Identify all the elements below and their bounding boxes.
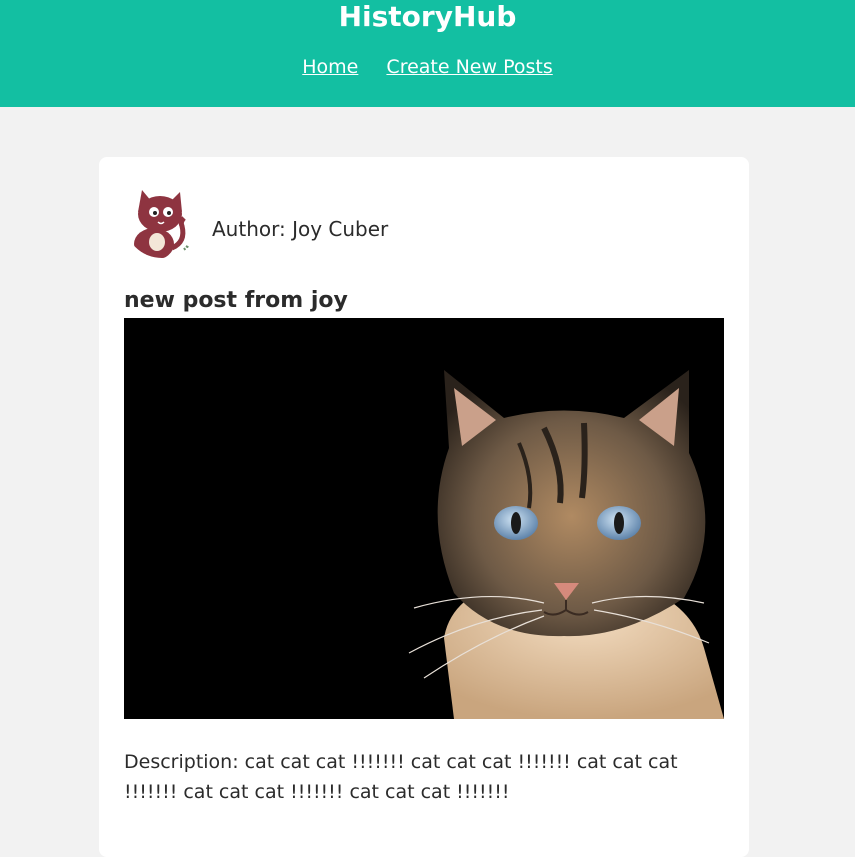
author-name: Author: Joy Cuber — [212, 217, 389, 241]
post-card: Author: Joy Cuber new post from joy Desc… — [99, 157, 749, 857]
post-description: Description: cat cat cat !!!!!!! cat cat… — [124, 751, 678, 803]
post-image — [124, 318, 724, 719]
header-bar: HistoryHub Home Create New Posts — [0, 0, 855, 107]
author-avatar — [124, 182, 200, 258]
cat-avatar-icon — [124, 182, 200, 258]
cat-photo-icon — [124, 318, 724, 719]
post-title: new post from joy — [124, 288, 348, 313]
site-title: HistoryHub — [338, 0, 517, 33]
nav-home-link[interactable]: Home — [302, 56, 358, 78]
main-nav: Home Create New Posts — [0, 54, 855, 80]
nav-create-post-link[interactable]: Create New Posts — [386, 56, 552, 78]
